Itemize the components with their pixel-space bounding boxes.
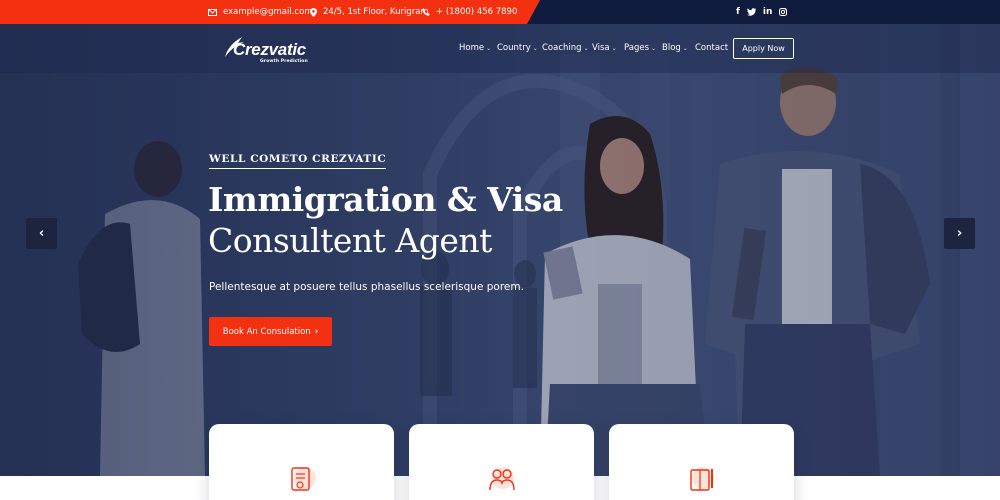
book-pencil-icon — [689, 467, 714, 491]
slider-next-button[interactable]: › — [944, 218, 975, 249]
chevron-right-icon: › — [956, 226, 963, 241]
service-card[interactable] — [209, 424, 394, 500]
twitter-icon[interactable] — [746, 8, 756, 16]
service-card[interactable] — [609, 424, 794, 500]
nav-item-country[interactable]: Country ⌄ — [497, 40, 538, 56]
family-people-icon — [488, 467, 515, 491]
hero-title-line2: Consultent Agent — [208, 221, 492, 260]
phone-text: + (1800) 456 7890 — [436, 7, 518, 17]
nav-item-home[interactable]: Home ⌄ — [459, 40, 491, 56]
instagram-icon[interactable] — [779, 8, 788, 16]
nav-item-visa[interactable]: Visa ⌄ — [592, 40, 617, 56]
chevron-down-icon: ⌄ — [651, 44, 657, 52]
address-text: 24/5, 1st Floor, Kurigram — [323, 7, 429, 17]
nav-label: Home — [459, 43, 485, 53]
nav-label: Visa — [592, 43, 610, 53]
envelope-icon — [208, 8, 217, 16]
nav-item-blog[interactable]: Blog ⌄ — [662, 40, 688, 56]
nav-label: Blog — [662, 43, 681, 53]
email-contact[interactable]: example@gmail.com — [208, 0, 313, 24]
nav-label: Contact — [695, 43, 729, 53]
chevron-down-icon: ⌄ — [583, 44, 589, 52]
logo-wordmark[interactable]: Crezvatic — [233, 40, 306, 60]
service-card[interactable] — [409, 424, 594, 500]
hero-title-line1: Immigration & Visa — [208, 180, 563, 219]
chevron-down-icon: ⌄ — [486, 44, 492, 52]
nav-label: Country — [497, 43, 531, 53]
nav-item-coaching[interactable]: Coaching ⌄ — [542, 40, 589, 56]
phone-contact[interactable]: + (1800) 456 7890 — [422, 0, 517, 24]
email-text: example@gmail.com — [223, 7, 313, 17]
nav-item-contact[interactable]: Contact — [695, 40, 728, 56]
chevron-down-icon: ⌄ — [611, 44, 617, 52]
top-bar: example@gmail.com 24/5, 1st Floor, Kurig… — [0, 0, 1000, 24]
book-consultation-button[interactable]: Book An Consulation › — [209, 317, 332, 346]
hero-lead-text: Pellentesque at posuere tellus phasellus… — [209, 281, 524, 293]
slider-prev-button[interactable]: ‹ — [26, 218, 57, 249]
hero-banner — [0, 24, 1000, 476]
chevron-down-icon: ⌄ — [532, 44, 538, 52]
chevron-right-icon: › — [314, 326, 319, 337]
social-links: f in — [736, 0, 788, 24]
document-certificate-icon — [290, 467, 316, 491]
cta-label: Book An Consulation — [222, 326, 311, 337]
logo-tagline: Growth Prediction — [260, 59, 308, 64]
facebook-icon[interactable]: f — [736, 7, 740, 17]
linkedin-icon[interactable]: in — [763, 7, 773, 17]
phone-icon — [422, 8, 430, 16]
nav-item-pages[interactable]: Pages ⌄ — [624, 40, 656, 56]
hero-eyebrow: WELL COMETO CREZVATIC — [209, 153, 387, 169]
apply-now-button[interactable]: Apply Now — [733, 38, 794, 59]
nav-label: Coaching — [542, 43, 582, 53]
hero-overlay — [0, 24, 1000, 476]
nav-label: Pages — [624, 43, 650, 53]
chevron-left-icon: ‹ — [38, 226, 45, 241]
location-pin-icon — [310, 7, 317, 17]
chevron-down-icon: ⌄ — [682, 44, 688, 52]
address-contact: 24/5, 1st Floor, Kurigram — [310, 0, 429, 24]
